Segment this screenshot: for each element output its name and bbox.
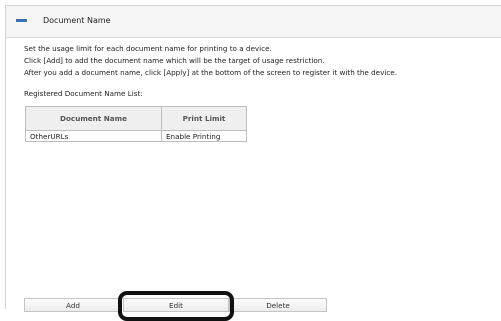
table-row[interactable]: OtherURLs Enable Printing (25, 130, 247, 142)
instruction-line-2: Click [Add] to add the document name whi… (24, 56, 325, 65)
add-button[interactable]: Add (24, 298, 122, 312)
document-name-table: Document Name Print Limit OtherURLs Enab… (25, 106, 247, 142)
edit-button[interactable]: Edit (123, 298, 229, 312)
column-header-print-limit[interactable]: Print Limit (161, 106, 247, 131)
cell-print-limit[interactable]: Enable Printing (161, 130, 247, 142)
column-header-document-name[interactable]: Document Name (25, 106, 162, 131)
delete-button[interactable]: Delete (229, 298, 327, 312)
section-header: Document Name (6, 6, 501, 38)
table-header-row: Document Name Print Limit (25, 106, 247, 131)
cell-document-name[interactable]: OtherURLs (25, 130, 162, 142)
document-name-icon (16, 19, 27, 22)
instruction-line-3: After you add a document name, click [Ap… (24, 68, 398, 77)
instruction-line-1: Set the usage limit for each document na… (24, 44, 272, 53)
section-title: Document Name (43, 16, 111, 25)
registered-list-label: Registered Document Name List: (24, 89, 143, 98)
